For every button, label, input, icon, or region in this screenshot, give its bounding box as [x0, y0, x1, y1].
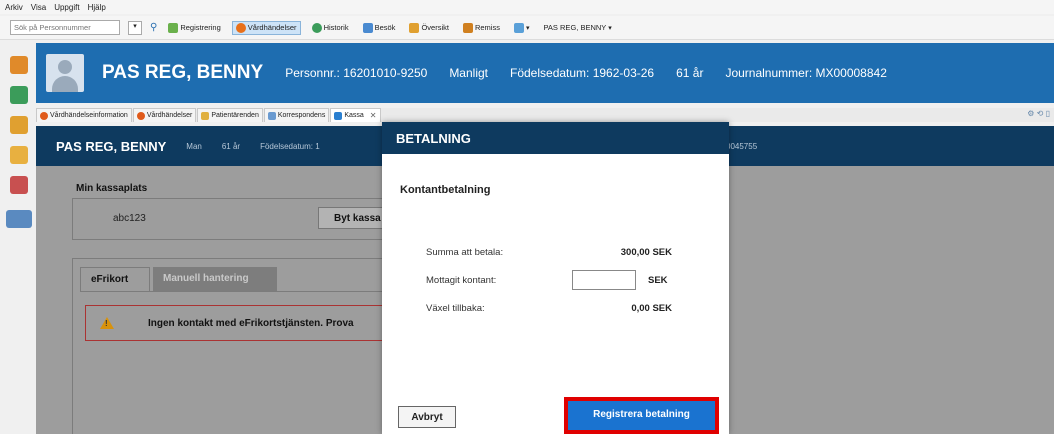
tab-bar: Vårdhändelseinformation Vårdhändelser Pa…	[36, 108, 1054, 122]
patient-header: PAS REG, BENNY Personnr.: 16201010-9250 …	[36, 43, 1054, 103]
patient-dropdown[interactable]: PAS REG, BENNY ▾	[540, 22, 614, 33]
payment-tabs-panel: eFrikort Manuell hantering ! Ingen konta…	[72, 258, 393, 434]
summa-value: 300,00 SEK	[620, 247, 672, 258]
divider	[80, 291, 392, 292]
menu-arkiv[interactable]: Arkiv	[5, 3, 23, 12]
chart-menu-icon[interactable]	[6, 210, 32, 228]
dialog-title: BETALNING	[382, 122, 729, 154]
kassaplats-value: abc123	[113, 213, 146, 224]
efrikort-warning: ! Ingen kontakt med eFrikortstjänsten. P…	[85, 305, 393, 341]
tab-korrespondens[interactable]: Korrespondens	[263, 108, 330, 122]
chevron-down-icon: ▾	[608, 24, 612, 32]
warning-text: Ingen kontakt med eFrikortstjänsten. Pro…	[148, 317, 354, 329]
clipboard-icon[interactable]	[10, 116, 28, 134]
summa-label: Summa att betala:	[426, 247, 504, 258]
strip-age: 61 år	[221, 141, 241, 151]
documents-icon[interactable]	[10, 86, 28, 104]
sek-unit: SEK	[648, 275, 668, 286]
vaxel-label: Växel tillbaka:	[426, 303, 485, 314]
personnr: Personnr.: 16201010-9250	[285, 66, 428, 80]
window-controls-icon[interactable]: ⚙ ⟲ ▯	[1027, 109, 1050, 118]
besok-button[interactable]: Besök	[360, 22, 399, 34]
oversikt-button[interactable]: Översikt	[406, 22, 452, 34]
vaxel-value: 0,00 SEK	[631, 303, 672, 314]
kassaplats-label: Min kassaplats	[76, 183, 148, 194]
calendar-icon	[362, 22, 373, 33]
patient-search-icon[interactable]	[10, 56, 28, 74]
gender: Manligt	[449, 66, 488, 80]
register-payment-button[interactable]: Registrera betalning	[568, 401, 715, 430]
tab-efrikort[interactable]: eFrikort	[80, 267, 150, 291]
personnummer-search-input[interactable]	[10, 20, 120, 35]
journal-number: Journalnummer: MX00008842	[725, 66, 887, 80]
cash-register-icon	[334, 111, 343, 120]
referral-icon	[462, 22, 473, 33]
tab-patientarenden[interactable]: Patientärenden	[197, 108, 263, 122]
tab-vardhandelseinformation[interactable]: Vårdhändelseinformation	[36, 108, 132, 122]
dialog-subtitle: Kontantbetalning	[400, 184, 491, 196]
cancel-button[interactable]: Avbryt	[398, 406, 456, 428]
registrering-button[interactable]: Registrering	[165, 22, 223, 34]
birthdate: Födelsedatum: 1962-03-26	[510, 66, 655, 80]
strip-gender: Man	[186, 141, 202, 151]
menu-bar: Arkiv Visa Uppgift Hjälp	[0, 0, 1054, 14]
menu-hjalp[interactable]: Hjälp	[88, 3, 106, 12]
folder-icon	[201, 111, 210, 120]
overview-icon	[409, 22, 420, 33]
tab-vardhandelser[interactable]: Vårdhändelser	[132, 108, 197, 122]
mail-icon	[267, 111, 276, 120]
strip-birthdate: Födelsedatum: 1	[260, 141, 320, 151]
strip-patient-name: PAS REG, BENNY	[56, 138, 167, 154]
messages-icon[interactable]	[10, 146, 28, 164]
tab-manuell-hantering[interactable]: Manuell hantering	[153, 267, 277, 291]
toolbar: ▾ ⚲ Registrering Vårdhändelser Historik …	[0, 16, 1054, 40]
tools-icon	[513, 22, 524, 33]
mottagit-label: Mottagit kontant:	[426, 275, 497, 286]
tab-kassa[interactable]: Kassa ✕	[330, 108, 381, 122]
kontant-input[interactable]	[572, 270, 636, 290]
historik-button[interactable]: Historik	[309, 22, 352, 34]
avatar	[46, 54, 84, 92]
search-dropdown-icon[interactable]: ▾	[128, 20, 142, 35]
clock-icon	[235, 22, 246, 33]
history-icon	[311, 22, 322, 33]
menu-visa[interactable]: Visa	[31, 3, 46, 12]
pencil-icon	[168, 22, 179, 33]
strip-journal: 0045755	[726, 141, 758, 151]
clock-icon	[136, 111, 145, 120]
menu-uppgift[interactable]: Uppgift	[54, 3, 79, 12]
kassaplats-box: abc123 Byt kassa	[72, 198, 398, 240]
warning-icon: !	[100, 317, 114, 329]
payment-dialog: BETALNING Kontantbetalning Summa att bet…	[382, 122, 729, 434]
syringe-icon[interactable]	[10, 176, 28, 194]
more-tools-button[interactable]: ▾	[511, 22, 533, 34]
close-icon[interactable]: ✕	[370, 111, 377, 120]
vardhandelser-button[interactable]: Vårdhändelser	[231, 20, 301, 35]
age: 61 år	[676, 66, 704, 80]
search-icon[interactable]: ⚲	[150, 22, 157, 33]
left-sidebar	[0, 48, 36, 434]
clock-icon	[40, 111, 48, 120]
patient-name: PAS REG, BENNY	[102, 62, 264, 83]
remiss-button[interactable]: Remiss	[460, 22, 503, 34]
